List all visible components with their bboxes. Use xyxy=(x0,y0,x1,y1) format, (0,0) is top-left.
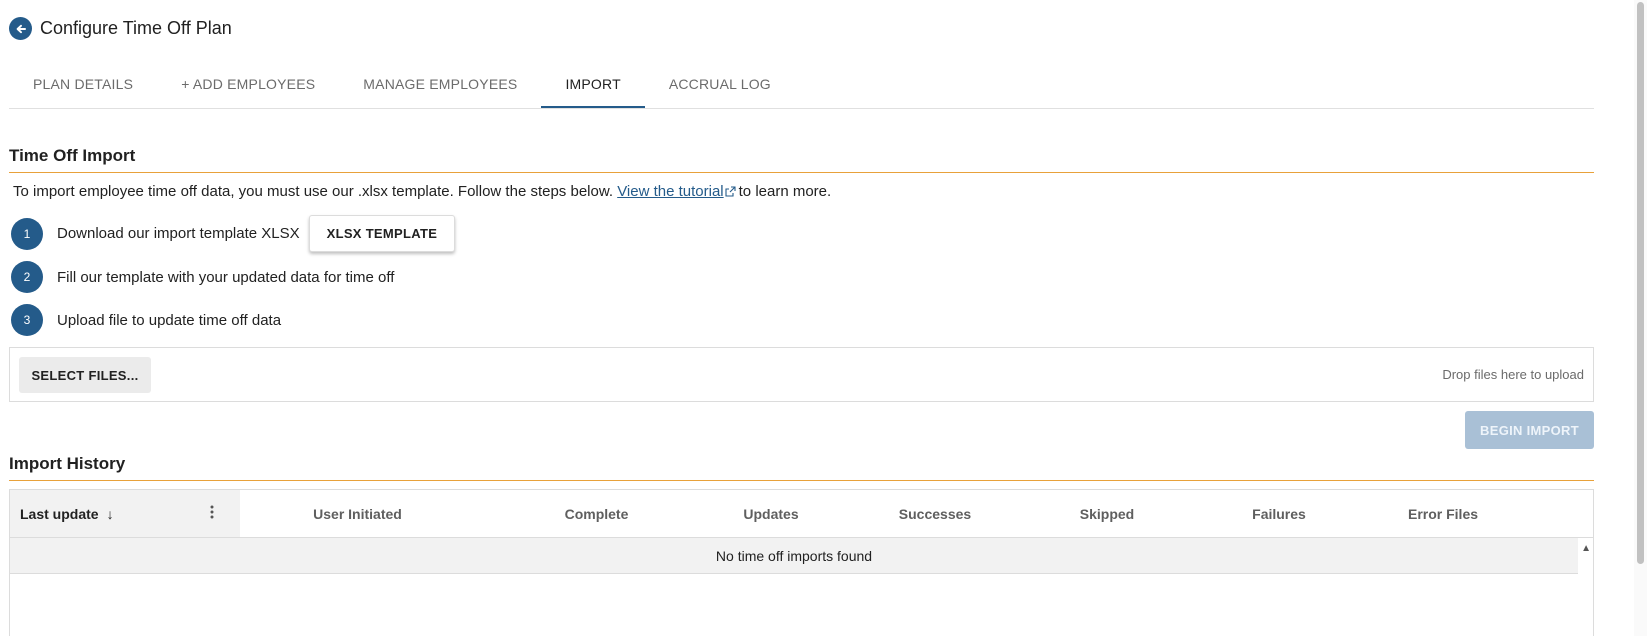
intro-suffix: to learn more. xyxy=(738,183,832,200)
select-files-button[interactable]: SELECT FILES... xyxy=(19,357,151,393)
column-last-update[interactable]: Last update ↓ xyxy=(10,490,240,537)
tutorial-link[interactable]: View the tutorial xyxy=(617,183,723,200)
external-link-icon xyxy=(725,186,736,197)
column-successes[interactable]: Successes xyxy=(824,490,1046,537)
page-header: Configure Time Off Plan xyxy=(9,17,232,40)
grid-header: Last update ↓ User Initiated Complete Up… xyxy=(10,490,1593,538)
step-1: 1 Download our import template XLSX XLSX… xyxy=(11,215,456,252)
column-skipped[interactable]: Skipped xyxy=(1046,490,1168,537)
intro-text: To import employee time off data, you mu… xyxy=(13,183,614,200)
step-2: 2 Fill our template with your updated da… xyxy=(11,261,394,293)
step-number: 3 xyxy=(11,304,43,336)
page-scrollbar[interactable] xyxy=(1634,0,1647,636)
step-text: Upload file to update time off data xyxy=(57,311,282,329)
tab-bar: PLAN DETAILS + ADD EMPLOYEES MANAGE EMPL… xyxy=(9,63,1594,109)
xlsx-template-button[interactable]: XLSX TEMPLATE xyxy=(308,215,456,252)
import-section-title: Time Off Import xyxy=(9,146,1594,173)
page-title: Configure Time Off Plan xyxy=(40,18,232,38)
column-updates[interactable]: Updates xyxy=(718,490,824,537)
scroll-up-arrow-icon[interactable]: ▲ xyxy=(1581,543,1591,554)
begin-import-button[interactable]: BEGIN IMPORT xyxy=(1465,411,1594,449)
sort-arrow-icon: ↓ xyxy=(106,505,114,522)
column-complete[interactable]: Complete xyxy=(475,490,718,537)
step-text: Fill our template with your updated data… xyxy=(57,268,395,286)
step-number: 2 xyxy=(11,261,43,293)
back-button[interactable] xyxy=(9,17,32,40)
step-text: Download our import template XLSX xyxy=(57,225,300,242)
column-user-initiated[interactable]: User Initiated xyxy=(240,490,475,537)
file-upload-dropzone[interactable]: SELECT FILES... Drop files here to uploa… xyxy=(9,347,1594,402)
arrow-left-icon xyxy=(16,24,26,33)
tab-accrual-log[interactable]: ACCRUAL LOG xyxy=(645,63,795,108)
tab-import[interactable]: IMPORT xyxy=(541,63,645,108)
tab-add-employees[interactable]: + ADD EMPLOYEES xyxy=(157,63,339,108)
no-rows-message: No time off imports found xyxy=(10,538,1578,574)
import-instructions: To import employee time off data, you mu… xyxy=(13,183,831,200)
tab-plan-details[interactable]: PLAN DETAILS xyxy=(9,63,157,108)
column-failures[interactable]: Failures xyxy=(1168,490,1390,537)
column-error-files[interactable]: Error Files xyxy=(1390,490,1496,537)
history-section-title: Import History xyxy=(9,454,1594,481)
step-3: 3 Upload file to update time off data xyxy=(11,304,281,336)
drop-hint: Drop files here to upload xyxy=(1442,367,1584,382)
step-number: 1 xyxy=(11,217,43,250)
import-history-grid: Last update ↓ User Initiated Complete Up… xyxy=(9,489,1594,636)
tab-manage-employees[interactable]: MANAGE EMPLOYEES xyxy=(339,63,541,108)
column-label: Last update xyxy=(20,505,99,522)
column-menu-icon[interactable] xyxy=(210,504,214,520)
scrollbar-thumb[interactable] xyxy=(1637,2,1644,564)
